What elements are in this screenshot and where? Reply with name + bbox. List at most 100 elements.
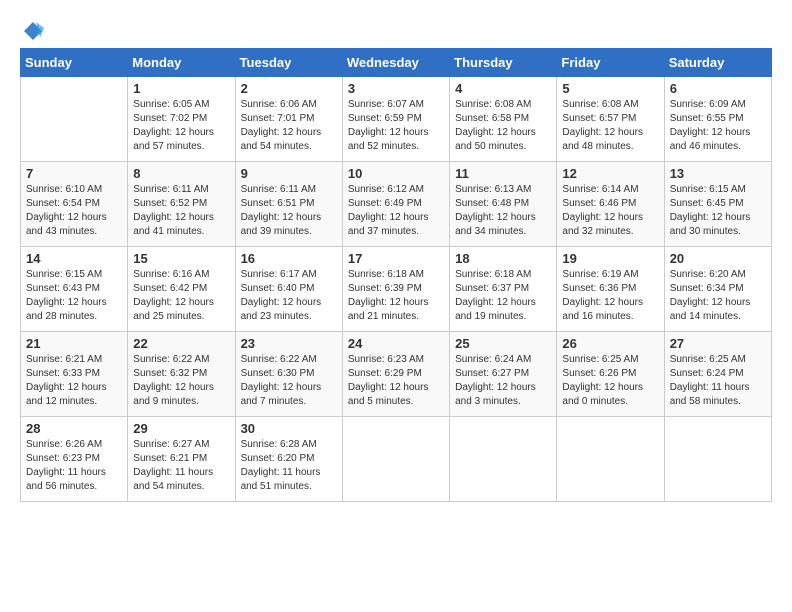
calendar-cell [342,417,449,502]
calendar-cell: 26 Sunrise: 6:25 AM Sunset: 6:26 PM Dayli… [557,332,664,417]
day-number: 12 [562,166,658,181]
calendar-cell: 30Sunrise: 6:28 AM Sunset: 6:20 PM Dayli… [235,417,342,502]
calendar-cell: 28 Sunrise: 6:26 AM Sunset: 6:23 PM Dayli… [21,417,128,502]
day-number: 10 [348,166,444,181]
calendar-cell [557,417,664,502]
logo [20,20,44,38]
day-content: Sunrise: 6:07 AM Sunset: 6:59 PM Dayligh… [348,98,444,154]
day-content: Sunrise: 6:25 AM Sunset: 6:26 PM Dayligh… [562,353,658,409]
day-content: Sunrise: 6:12 AM Sunset: 6:49 PM Dayligh… [348,183,444,239]
day-number: 29 [133,421,229,436]
day-content: Sunrise: 6:09 AM Sunset: 6:55 PM Dayligh… [670,98,766,154]
day-number: 4 [455,81,551,96]
calendar-cell [664,417,771,502]
col-header-saturday: Saturday [664,49,771,77]
calendar-cell: 5Sunrise: 6:08 AM Sunset: 6:57 PM Daylig… [557,77,664,162]
day-content: Sunrise: 6:22 AM Sunset: 6:32 PM Dayligh… [133,353,229,409]
day-number: 28 [26,421,122,436]
day-number: 11 [455,166,551,181]
day-number: 3 [348,81,444,96]
day-content: Sunrise: 6:28 AM Sunset: 6:20 PM Dayligh… [241,438,337,494]
calendar-cell: 13 Sunrise: 6:15 AM Sunset: 6:45 PM Dayli… [664,162,771,247]
col-header-thursday: Thursday [450,49,557,77]
calendar-table: SundayMondayTuesdayWednesdayThursdayFrid… [20,48,772,502]
day-number: 20 [670,251,766,266]
day-content: Sunrise: 6:19 AM Sunset: 6:36 PM Dayligh… [562,268,658,324]
calendar-cell: 29 Sunrise: 6:27 AM Sunset: 6:21 PM Dayli… [128,417,235,502]
col-header-sunday: Sunday [21,49,128,77]
col-header-tuesday: Tuesday [235,49,342,77]
day-content: Sunrise: 6:17 AM Sunset: 6:40 PM Dayligh… [241,268,337,324]
day-number: 18 [455,251,551,266]
day-number: 22 [133,336,229,351]
day-content: Sunrise: 6:18 AM Sunset: 6:39 PM Dayligh… [348,268,444,324]
day-number: 14 [26,251,122,266]
calendar-cell: 17 Sunrise: 6:18 AM Sunset: 6:39 PM Dayli… [342,247,449,332]
calendar-week-row: 7 Sunrise: 6:10 AM Sunset: 6:54 PM Daylig… [21,162,772,247]
calendar-cell: 6 Sunrise: 6:09 AM Sunset: 6:55 PM Daylig… [664,77,771,162]
day-content: Sunrise: 6:10 AM Sunset: 6:54 PM Dayligh… [26,183,122,239]
day-content: Sunrise: 6:18 AM Sunset: 6:37 PM Dayligh… [455,268,551,324]
day-number: 13 [670,166,766,181]
col-header-monday: Monday [128,49,235,77]
day-content: Sunrise: 6:16 AM Sunset: 6:42 PM Dayligh… [133,268,229,324]
day-number: 21 [26,336,122,351]
day-number: 25 [455,336,551,351]
calendar-cell [450,417,557,502]
day-number: 24 [348,336,444,351]
day-content: Sunrise: 6:27 AM Sunset: 6:21 PM Dayligh… [133,438,229,494]
calendar-cell: 16 Sunrise: 6:17 AM Sunset: 6:40 PM Dayli… [235,247,342,332]
calendar-week-row: 21 Sunrise: 6:21 AM Sunset: 6:33 PM Dayli… [21,332,772,417]
day-content: Sunrise: 6:24 AM Sunset: 6:27 PM Dayligh… [455,353,551,409]
calendar-cell: 23 Sunrise: 6:22 AM Sunset: 6:30 PM Dayli… [235,332,342,417]
calendar-cell: 21 Sunrise: 6:21 AM Sunset: 6:33 PM Dayli… [21,332,128,417]
calendar-header-row: SundayMondayTuesdayWednesdayThursdayFrid… [21,49,772,77]
day-number: 2 [241,81,337,96]
calendar-cell: 14 Sunrise: 6:15 AM Sunset: 6:43 PM Dayli… [21,247,128,332]
calendar-cell: 1 Sunrise: 6:05 AM Sunset: 7:02 PM Daylig… [128,77,235,162]
day-number: 17 [348,251,444,266]
day-number: 15 [133,251,229,266]
day-content: Sunrise: 6:08 AM Sunset: 6:58 PM Dayligh… [455,98,551,154]
calendar-cell: 12Sunrise: 6:14 AM Sunset: 6:46 PM Dayli… [557,162,664,247]
day-content: Sunrise: 6:11 AM Sunset: 6:51 PM Dayligh… [241,183,337,239]
day-content: Sunrise: 6:25 AM Sunset: 6:24 PM Dayligh… [670,353,766,409]
day-content: Sunrise: 6:15 AM Sunset: 6:45 PM Dayligh… [670,183,766,239]
calendar-week-row: 1 Sunrise: 6:05 AM Sunset: 7:02 PM Daylig… [21,77,772,162]
day-number: 26 [562,336,658,351]
day-number: 5 [562,81,658,96]
calendar-cell: 19 Sunrise: 6:19 AM Sunset: 6:36 PM Dayli… [557,247,664,332]
calendar-cell: 20 Sunrise: 6:20 AM Sunset: 6:34 PM Dayli… [664,247,771,332]
day-number: 23 [241,336,337,351]
calendar-week-row: 28 Sunrise: 6:26 AM Sunset: 6:23 PM Dayli… [21,417,772,502]
day-content: Sunrise: 6:11 AM Sunset: 6:52 PM Dayligh… [133,183,229,239]
day-number: 27 [670,336,766,351]
day-content: Sunrise: 6:05 AM Sunset: 7:02 PM Dayligh… [133,98,229,154]
calendar-cell: 15 Sunrise: 6:16 AM Sunset: 6:42 PM Dayli… [128,247,235,332]
day-number: 6 [670,81,766,96]
calendar-cell: 24 Sunrise: 6:23 AM Sunset: 6:29 PM Dayli… [342,332,449,417]
calendar-cell: 25 Sunrise: 6:24 AM Sunset: 6:27 PM Dayli… [450,332,557,417]
calendar-cell: 27 Sunrise: 6:25 AM Sunset: 6:24 PM Dayli… [664,332,771,417]
calendar-cell: 2 Sunrise: 6:06 AM Sunset: 7:01 PM Daylig… [235,77,342,162]
logo-icon [22,20,44,42]
calendar-cell: 18 Sunrise: 6:18 AM Sunset: 6:37 PM Dayli… [450,247,557,332]
day-content: Sunrise: 6:23 AM Sunset: 6:29 PM Dayligh… [348,353,444,409]
day-content: Sunrise: 6:22 AM Sunset: 6:30 PM Dayligh… [241,353,337,409]
day-content: Sunrise: 6:15 AM Sunset: 6:43 PM Dayligh… [26,268,122,324]
calendar-cell: 10 Sunrise: 6:12 AM Sunset: 6:49 PM Dayli… [342,162,449,247]
day-content: Sunrise: 6:21 AM Sunset: 6:33 PM Dayligh… [26,353,122,409]
calendar-cell: 9 Sunrise: 6:11 AM Sunset: 6:51 PM Daylig… [235,162,342,247]
day-number: 9 [241,166,337,181]
day-content: Sunrise: 6:20 AM Sunset: 6:34 PM Dayligh… [670,268,766,324]
calendar-cell: 8Sunrise: 6:11 AM Sunset: 6:52 PM Daylig… [128,162,235,247]
page-header [20,20,772,38]
day-number: 1 [133,81,229,96]
day-number: 19 [562,251,658,266]
day-content: Sunrise: 6:13 AM Sunset: 6:48 PM Dayligh… [455,183,551,239]
day-number: 16 [241,251,337,266]
day-number: 7 [26,166,122,181]
day-content: Sunrise: 6:26 AM Sunset: 6:23 PM Dayligh… [26,438,122,494]
day-content: Sunrise: 6:06 AM Sunset: 7:01 PM Dayligh… [241,98,337,154]
calendar-cell: 4 Sunrise: 6:08 AM Sunset: 6:58 PM Daylig… [450,77,557,162]
